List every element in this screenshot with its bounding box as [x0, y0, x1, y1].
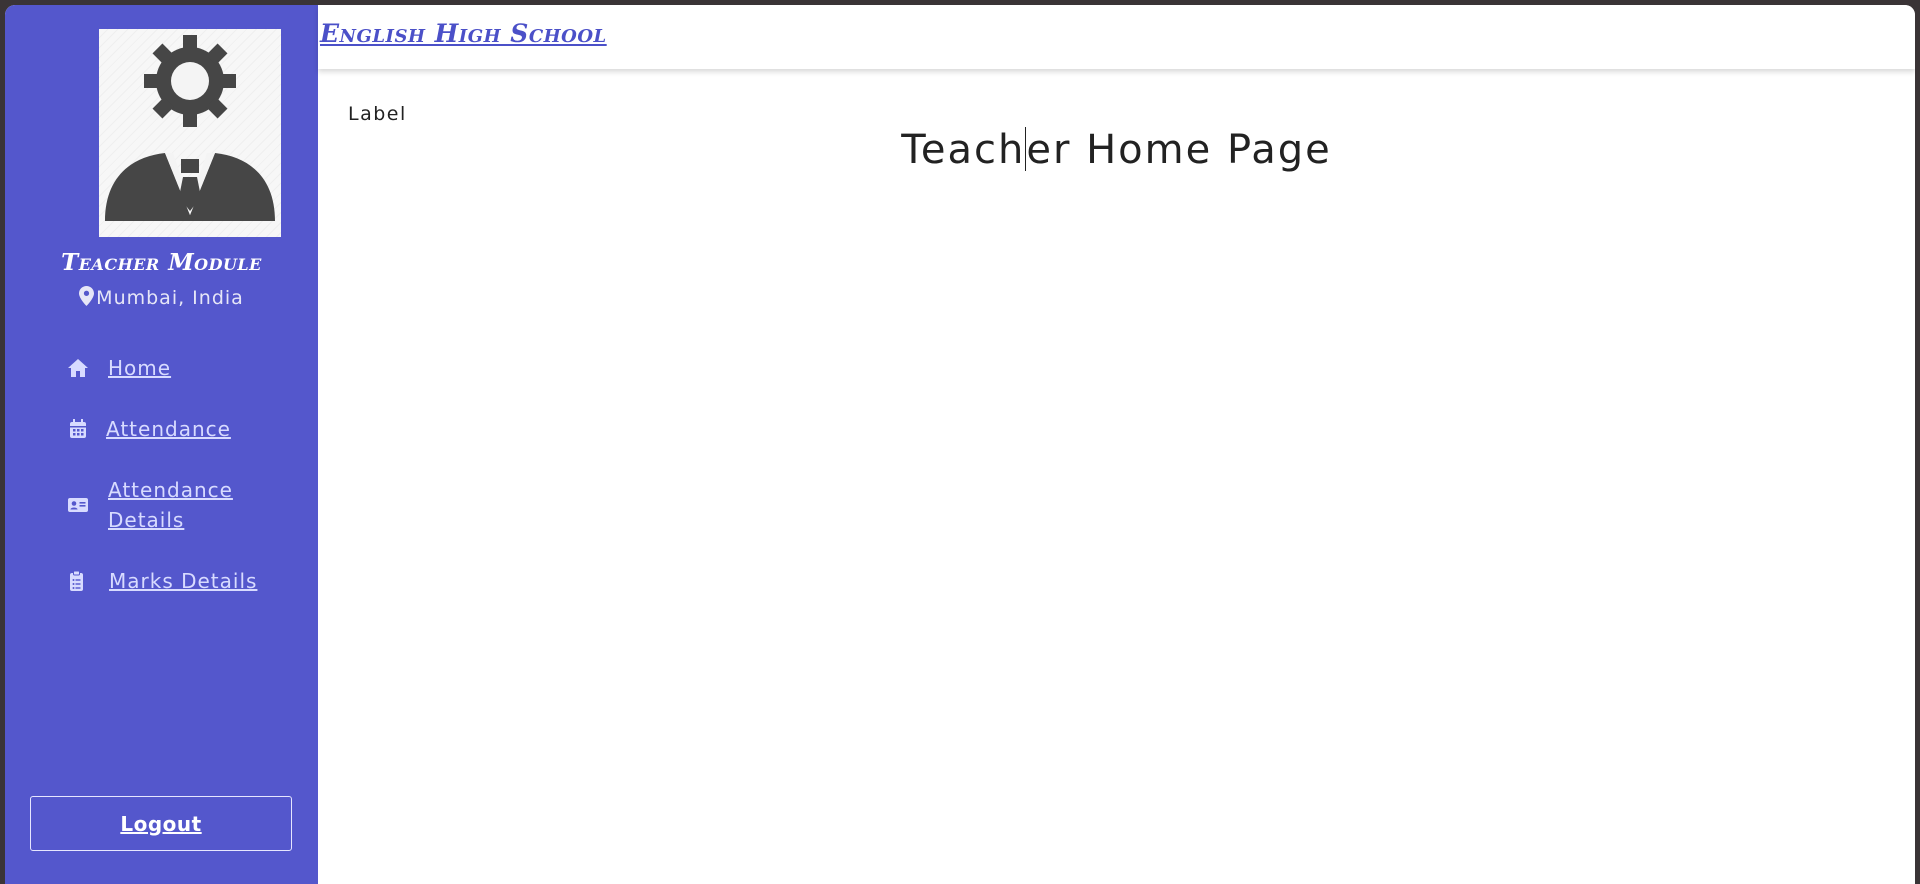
- teacher-avatar: [99, 29, 281, 237]
- top-navbar: English High School: [318, 5, 1915, 69]
- location-pin-icon: [79, 286, 95, 306]
- sidebar: Teacher Module Mumbai, India Home Attend…: [5, 5, 318, 884]
- sidebar-item-attendance-details[interactable]: Attendance Details: [67, 475, 258, 535]
- id-card-icon: [67, 494, 89, 516]
- app-window: Teacher Module Mumbai, India Home Attend…: [5, 5, 1915, 884]
- home-icon: [67, 357, 89, 379]
- sidebar-item-home-label: Home: [108, 356, 172, 380]
- clipboard-list-icon: [67, 570, 89, 592]
- sidebar-item-attendance[interactable]: Attendance: [67, 414, 231, 444]
- page-title: Teacher Home Page: [318, 127, 1915, 173]
- page-title-part1: Teach: [901, 127, 1026, 173]
- logout-button[interactable]: Logout: [30, 796, 292, 851]
- location: Mumbai, India: [5, 286, 318, 309]
- location-text: Mumbai, India: [96, 287, 244, 309]
- calendar-icon: [67, 418, 89, 440]
- sidebar-item-attendance-label: Attendance: [106, 417, 231, 441]
- label-text: Label: [348, 103, 407, 125]
- school-name-link[interactable]: English High School: [320, 19, 607, 48]
- page-title-part2: er Home Page: [1026, 127, 1332, 173]
- sidebar-item-home[interactable]: Home: [67, 353, 171, 383]
- module-title: Teacher Module: [61, 249, 262, 276]
- sidebar-item-marks-details[interactable]: Marks Details: [67, 566, 257, 596]
- sidebar-item-marks-details-label: Marks Details: [109, 569, 258, 593]
- teacher-gear-person-icon: [105, 35, 275, 221]
- sidebar-item-attendance-details-label: Attendance Details: [108, 478, 233, 532]
